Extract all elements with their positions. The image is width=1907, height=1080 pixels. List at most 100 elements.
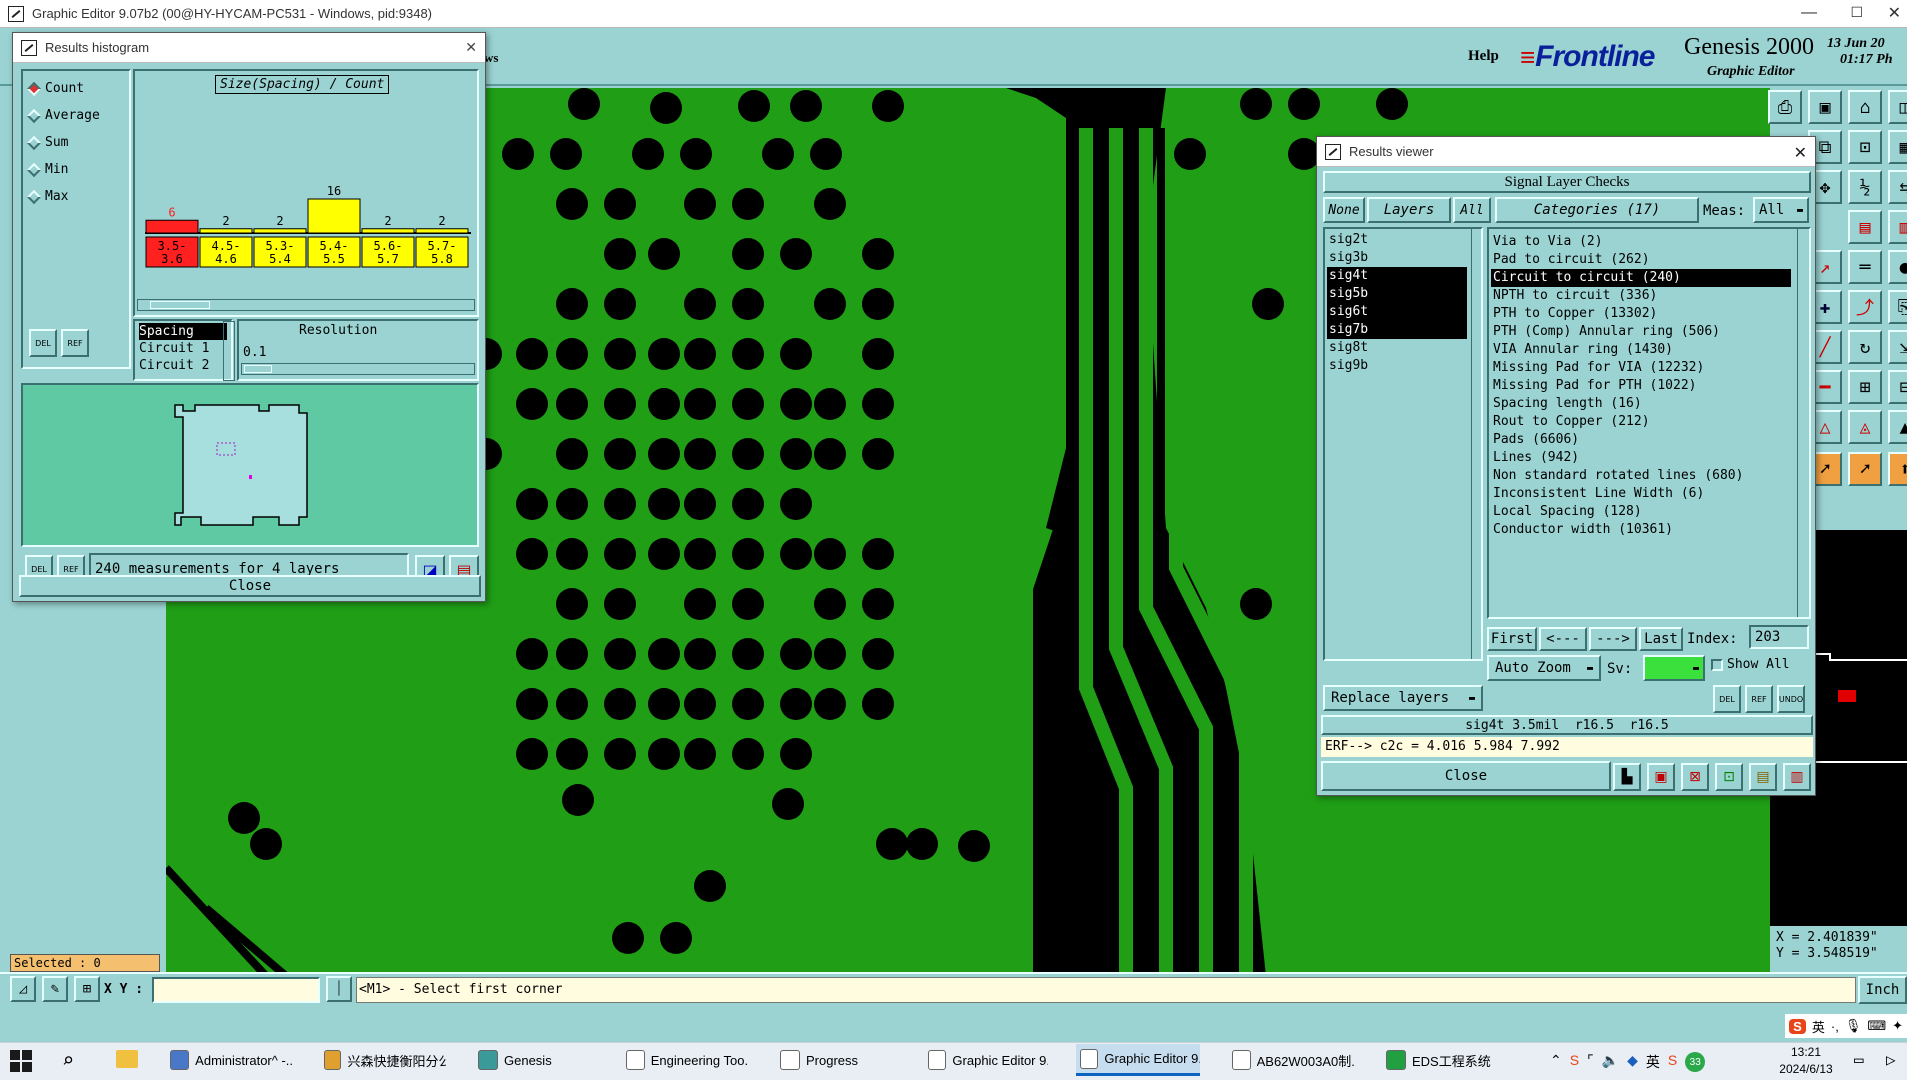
viewer-tool3-icon[interactable]: ⊠: [1681, 763, 1709, 791]
toolbar-zoom-icon[interactable]: ◫: [1888, 90, 1907, 124]
tray-bracket-icon[interactable]: ⌜: [1587, 1052, 1594, 1072]
taskbar-item[interactable]: Graphic Editor 9...: [1076, 1044, 1200, 1076]
chart-bar[interactable]: [415, 228, 469, 234]
ime-toolbar[interactable]: S 英 ·, 🎙 ⌨ ✦: [1785, 1014, 1907, 1038]
tray-ime[interactable]: 英: [1646, 1052, 1660, 1072]
viewer-ref-button[interactable]: REF: [1745, 685, 1773, 713]
tray-icons[interactable]: ⌃ S ⌜ 🔈 ◆ 英 S 33: [1550, 1052, 1706, 1072]
category-item[interactable]: Lines (942): [1491, 449, 1791, 467]
layer-item[interactable]: sig3b: [1327, 249, 1467, 267]
layer-item[interactable]: sig4t: [1327, 267, 1467, 285]
category-item[interactable]: Non standard rotated lines (680): [1491, 467, 1791, 485]
ime-mic-icon[interactable]: 🎙: [1845, 1018, 1862, 1034]
auto-zoom-dropdown[interactable]: Auto Zoom ▬: [1487, 655, 1601, 681]
close-window-icon[interactable]: ✕: [1888, 3, 1901, 23]
categories-list[interactable]: Via to Via (2) Pad to circuit (262) Circui…: [1487, 227, 1811, 619]
layer-item[interactable]: sig9b: [1327, 357, 1467, 375]
layers-all-button[interactable]: All: [1453, 197, 1491, 223]
toolbar-rotate-icon[interactable]: ↻: [1848, 330, 1882, 364]
list-vscroll[interactable]: [223, 321, 235, 381]
toolbar-mirror-icon[interactable]: ⇆: [1888, 170, 1907, 204]
measure-list-item[interactable]: Circuit 2: [139, 357, 227, 374]
toolbar-frame-icon[interactable]: ⊞: [1848, 370, 1882, 404]
category-item[interactable]: Pads (6606): [1491, 431, 1791, 449]
chart-bar[interactable]: [199, 228, 253, 234]
first-button[interactable]: First: [1487, 627, 1537, 651]
radio-icon[interactable]: [26, 108, 42, 123]
viewer-tool5-icon[interactable]: ▤: [1749, 763, 1777, 791]
layer-item[interactable]: sig8t: [1327, 339, 1467, 357]
help-menu[interactable]: Help: [1468, 48, 1499, 65]
taskbar-item[interactable]: Administrator^ -...: [166, 1044, 292, 1076]
layers-vscroll[interactable]: [1471, 229, 1483, 659]
layers-list[interactable]: sig2t sig3b sig4t sig5b sig6t sig7b sig8t sig9b: [1323, 227, 1483, 661]
taskbar-item[interactable]: 兴森快捷衡阳分公...: [320, 1044, 446, 1076]
next-button[interactable]: --->: [1589, 627, 1637, 651]
explorer-icon[interactable]: [116, 1050, 138, 1068]
xy-input[interactable]: [152, 977, 320, 1003]
stat-option[interactable]: Sum: [23, 129, 129, 156]
categories-header[interactable]: Categories (17): [1495, 197, 1699, 223]
toolbar-step-icon[interactable]: ⊡: [1848, 130, 1882, 164]
toolbar-scale-icon[interactable]: ⇲: [1888, 330, 1907, 364]
resolution-slider[interactable]: [241, 363, 475, 375]
notification-icon[interactable]: ▭: [1854, 1050, 1864, 1069]
tray-s-icon[interactable]: S: [1570, 1052, 1579, 1072]
layer-item[interactable]: sig2t: [1327, 231, 1467, 249]
toolbar-attr-icon[interactable]: ⊟: [1888, 370, 1907, 404]
tray-chevron-icon[interactable]: ⌃: [1550, 1052, 1562, 1072]
maximize-icon[interactable]: ☐: [1850, 4, 1863, 21]
meas-dropdown[interactable]: All ▬: [1753, 197, 1809, 223]
chart-bar[interactable]: [307, 198, 361, 234]
category-item[interactable]: Missing Pad for PTH (1022): [1491, 377, 1791, 395]
preview-panel[interactable]: [21, 383, 479, 547]
radio-selected-icon[interactable]: [26, 81, 42, 96]
radio-icon[interactable]: [26, 135, 42, 150]
toolbar-pcb-icon[interactable]: ▤: [1848, 210, 1882, 244]
check-header[interactable]: Signal Layer Checks: [1323, 171, 1811, 193]
viewer-del-button[interactable]: DEL: [1713, 685, 1741, 713]
ime-keyboard-icon[interactable]: ⌨: [1867, 1018, 1886, 1034]
category-item[interactable]: Spacing length (16): [1491, 395, 1791, 413]
search-icon[interactable]: ⌕: [62, 1048, 74, 1072]
viewer-histogram-icon[interactable]: ▥: [1783, 763, 1811, 791]
toolbar-info-icon[interactable]: ▲: [1888, 410, 1907, 444]
toolbar-dim-icon[interactable]: ◬: [1848, 410, 1882, 444]
taskbar-item[interactable]: Graphic Editor 9...: [924, 1044, 1048, 1076]
measure-list-item[interactable]: Circuit 1: [139, 340, 227, 357]
histogram-close-icon[interactable]: ✕: [465, 39, 477, 56]
taskbar-item[interactable]: Progress: [776, 1044, 896, 1076]
histogram-ref-button[interactable]: REF: [61, 329, 89, 357]
viewer-tool4-icon[interactable]: ⊡: [1715, 763, 1743, 791]
category-item[interactable]: Rout to Copper (212): [1491, 413, 1791, 431]
cmd-toggle-icon[interactable]: ⏐: [326, 976, 352, 1002]
chart-hscroll[interactable]: [137, 299, 475, 311]
ime-mode[interactable]: 英: [1812, 1017, 1825, 1036]
taskbar-item[interactable]: Engineering Too...: [622, 1044, 748, 1076]
viewer-close-button[interactable]: Close: [1321, 761, 1611, 791]
toolbar-ratio-icon[interactable]: ½: [1848, 170, 1882, 204]
chart-bar[interactable]: [361, 228, 415, 234]
layer-item[interactable]: sig6t: [1327, 303, 1467, 321]
viewer-undo-button[interactable]: UNDO: [1777, 685, 1805, 713]
index-field[interactable]: 203: [1749, 625, 1809, 649]
histogram-chart[interactable]: 63.5-3.624.5-4.625.3-5.4165.4-5.525.6-5.…: [137, 109, 477, 289]
toolbar-curve-icon[interactable]: ⤴: [1848, 290, 1882, 324]
tray-sogou-icon[interactable]: S: [1668, 1052, 1677, 1072]
category-item[interactable]: Local Spacing (128): [1491, 503, 1791, 521]
layer-item[interactable]: sig7b: [1327, 321, 1467, 339]
cmd-edit-icon[interactable]: ✎: [42, 976, 68, 1002]
radio-icon[interactable]: [26, 162, 42, 177]
unit-button[interactable]: Inch: [1858, 976, 1907, 1004]
radio-icon[interactable]: [26, 189, 42, 204]
cmd-grid-icon[interactable]: ⊞: [74, 976, 100, 1002]
stat-option[interactable]: Average: [23, 102, 129, 129]
toolbar-red-icon[interactable]: ▥: [1888, 210, 1907, 244]
layers-header[interactable]: Layers: [1367, 197, 1451, 223]
toolbar-pad-icon[interactable]: ●: [1888, 250, 1907, 284]
taskbar-item[interactable]: EDS工程系统: [1382, 1044, 1502, 1076]
toolbar-grid-icon[interactable]: ▦: [1888, 130, 1907, 164]
viewer-tool2-icon[interactable]: ▣: [1647, 763, 1675, 791]
category-item[interactable]: Via to Via (2): [1491, 233, 1791, 251]
prev-button[interactable]: <---: [1539, 627, 1587, 651]
